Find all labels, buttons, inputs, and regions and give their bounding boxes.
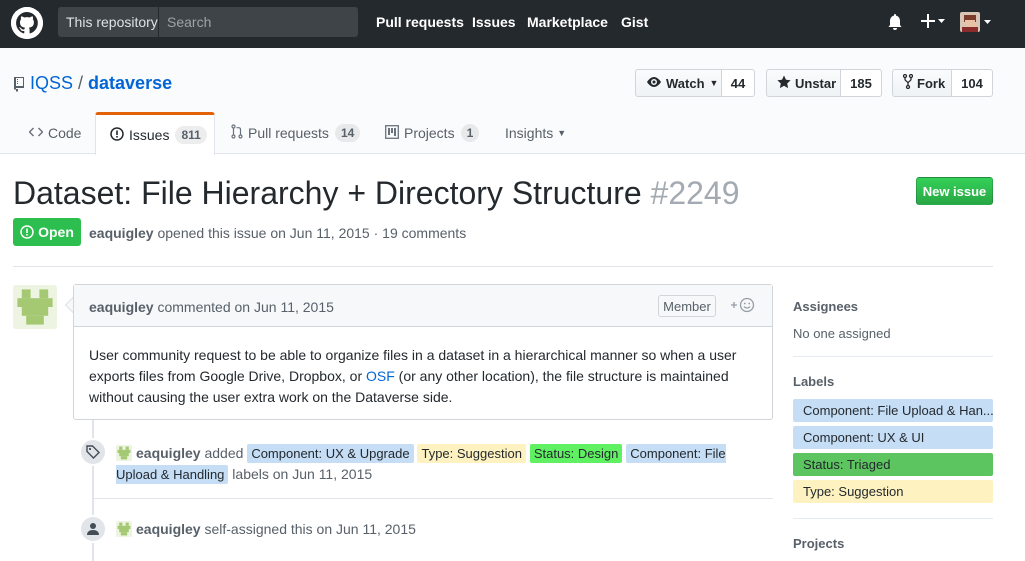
issue-state-label: Open <box>38 224 74 240</box>
search-box: This repository <box>58 7 358 37</box>
repo-separator: / <box>78 73 84 93</box>
event-verb: added <box>204 445 244 461</box>
sidebar-label[interactable]: Status: Triaged <box>793 453 993 476</box>
label-chip[interactable]: Component: UX & Upgrade <box>247 444 414 463</box>
tab-code[interactable]: Code <box>28 112 82 154</box>
sidebar-label[interactable]: Type: Suggestion <box>793 480 993 503</box>
issue-title-text: Dataset: File Hierarchy + Directory Stru… <box>13 175 642 211</box>
fork-group: Fork 104 <box>892 69 993 97</box>
nav-marketplace[interactable]: Marketplace <box>527 14 608 30</box>
project-icon <box>385 124 399 142</box>
label-chip[interactable]: Type: Suggestion <box>417 444 526 463</box>
star-icon <box>777 75 791 92</box>
tab-label: Code <box>48 125 82 141</box>
comment-author-link[interactable]: eaquigley <box>89 299 154 315</box>
watch-count[interactable]: 44 <box>722 69 755 97</box>
eye-icon <box>646 76 662 91</box>
issue-state-badge: Open <box>13 218 81 246</box>
member-badge: Member <box>658 295 716 317</box>
actor-avatar[interactable] <box>116 445 132 461</box>
tag-icon <box>79 438 107 466</box>
tab-label: Insights <box>505 125 554 141</box>
event-divider <box>93 498 773 499</box>
unstar-label: Unstar <box>795 75 837 91</box>
nav-gist[interactable]: Gist <box>621 14 648 30</box>
header-divider <box>13 266 993 267</box>
assign-event: eaquigley self-assigned this on Jun 11, … <box>116 519 416 539</box>
fork-icon <box>902 73 914 92</box>
event-suffix: labels on Jun 11, 2015 <box>232 466 373 482</box>
sidebar-divider <box>793 518 993 519</box>
sidebar-label[interactable]: Component: File Upload & Han... <box>793 399 993 422</box>
issue-meta-text: opened this issue on Jun 11, 2015 · 19 c… <box>157 225 467 241</box>
person-icon <box>79 515 107 543</box>
pull-requests-counter: 14 <box>334 124 361 142</box>
event-text: self-assigned this on Jun 11, 2015 <box>204 521 416 537</box>
code-icon <box>28 125 44 141</box>
repo-name-link[interactable]: dataverse <box>88 73 172 93</box>
comment-header: eaquigley commented on Jun 11, 2015 Memb… <box>74 285 772 327</box>
issue-opened-icon <box>110 126 124 144</box>
add-reaction-icon[interactable] <box>730 297 756 316</box>
caret-down-icon: ▼ <box>709 78 719 88</box>
github-logo-icon[interactable] <box>11 7 43 39</box>
watch-group: Watch ▼ 44 <box>635 69 755 97</box>
nav-pull-requests[interactable]: Pull requests <box>376 14 464 30</box>
author-avatar[interactable] <box>13 285 57 329</box>
global-header: This repository Pull requests Issues Mar… <box>0 0 1025 48</box>
issue-author-link[interactable]: eaquigley <box>89 225 154 241</box>
sidebar-divider <box>793 356 993 357</box>
assignees-value: No one assigned <box>793 326 891 341</box>
labels-heading[interactable]: Labels <box>793 374 834 389</box>
projects-counter: 1 <box>460 124 480 142</box>
event-actor-link[interactable]: eaquigley <box>136 521 201 537</box>
label-chip[interactable]: Status: Design <box>529 444 623 463</box>
fork-count[interactable]: 104 <box>952 69 993 97</box>
comment-box: eaquigley commented on Jun 11, 2015 Memb… <box>73 284 773 420</box>
tab-label: Pull requests <box>248 125 329 141</box>
tab-label: Issues <box>129 127 170 143</box>
label-event: eaquigley added Component: UX & Upgrade … <box>116 443 756 485</box>
actor-avatar[interactable] <box>116 521 132 537</box>
projects-heading[interactable]: Projects <box>793 536 844 551</box>
watch-button[interactable]: Watch ▼ <box>635 69 722 97</box>
search-scope[interactable]: This repository <box>58 7 159 37</box>
repo-header: IQSS / dataverse Watch ▼ 44 Unstar 185 For… <box>0 48 1025 155</box>
repo-title: IQSS / dataverse <box>30 73 172 94</box>
sidebar-label[interactable]: Component: UX & UI <box>793 426 993 449</box>
issue-opened-icon <box>20 225 34 239</box>
issue-meta: eaquigley opened this issue on Jun 11, 2… <box>89 225 466 241</box>
assignees-heading[interactable]: Assignees <box>793 299 858 314</box>
new-issue-button[interactable]: New issue <box>916 177 993 205</box>
fork-button[interactable]: Fork <box>892 69 952 97</box>
tab-issues[interactable]: Issues 811 <box>95 112 215 155</box>
issue-title: Dataset: File Hierarchy + Directory Stru… <box>13 174 740 212</box>
event-actor-link[interactable]: eaquigley <box>136 445 201 461</box>
comment-date[interactable]: commented on Jun 11, 2015 <box>157 299 333 315</box>
repo-icon <box>13 76 25 95</box>
watch-label: Watch <box>666 75 705 91</box>
fork-label: Fork <box>917 75 946 91</box>
tab-pull-requests[interactable]: Pull requests 14 <box>231 112 361 154</box>
avatar[interactable] <box>960 12 994 35</box>
star-group: Unstar 185 <box>766 69 882 97</box>
tab-label: Projects <box>404 125 455 141</box>
pull-request-icon <box>231 124 243 142</box>
comment-body: User community request to be able to org… <box>74 327 772 408</box>
unstar-button[interactable]: Unstar <box>766 69 841 97</box>
issues-counter: 811 <box>175 126 207 144</box>
bell-icon[interactable] <box>887 13 903 34</box>
nav-issues[interactable]: Issues <box>472 14 516 30</box>
star-count[interactable]: 185 <box>841 69 882 97</box>
repo-owner-link[interactable]: IQSS <box>30 73 73 93</box>
issue-number: #2249 <box>650 175 740 211</box>
caret-down-icon: ▼ <box>557 128 567 138</box>
tab-insights[interactable]: Insights ▼ <box>505 112 566 154</box>
osf-link[interactable]: OSF <box>366 368 395 384</box>
comment-author-line: eaquigley commented on Jun 11, 2015 <box>89 299 334 315</box>
search-input[interactable] <box>160 7 357 37</box>
plus-icon[interactable] <box>921 13 945 32</box>
tab-projects[interactable]: Projects 1 <box>385 112 480 154</box>
